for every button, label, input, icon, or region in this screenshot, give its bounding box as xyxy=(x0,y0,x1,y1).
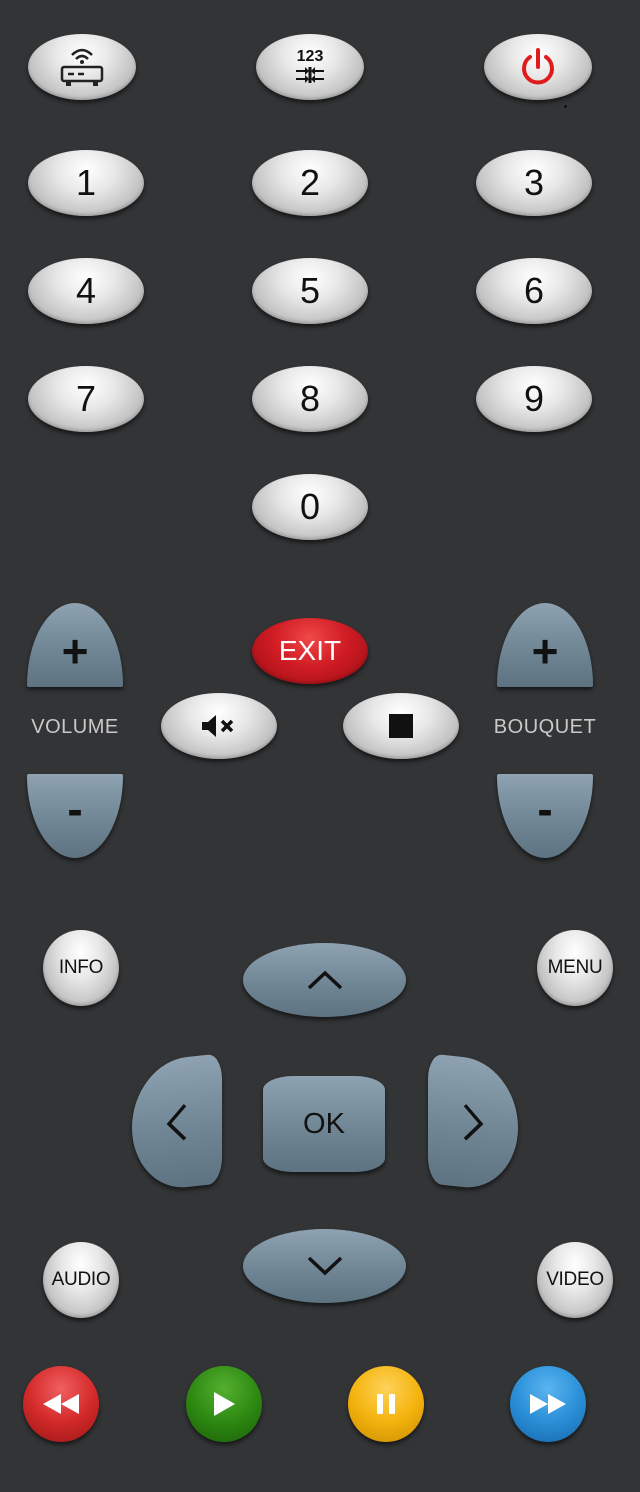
swap-arrows-icon xyxy=(293,65,327,85)
digit-6-button[interactable]: 6 xyxy=(476,258,592,324)
digit-4-button[interactable]: 4 xyxy=(28,258,144,324)
bouquet-up-button[interactable]: + xyxy=(497,603,593,687)
digit-7-button[interactable]: 7 xyxy=(28,366,144,432)
digit-9-button[interactable]: 9 xyxy=(476,366,592,432)
nav-left-button[interactable] xyxy=(132,1053,222,1193)
fast-forward-button[interactable] xyxy=(510,1366,586,1442)
ok-label: OK xyxy=(303,1107,345,1140)
ok-button[interactable]: OK xyxy=(263,1076,385,1172)
pause-icon xyxy=(374,1392,398,1416)
exit-button[interactable]: EXIT xyxy=(252,618,368,684)
receiver-button[interactable] xyxy=(28,34,136,100)
mute-icon xyxy=(200,713,238,739)
menu-button[interactable]: MENU xyxy=(537,930,613,1006)
volume-plus-label: + xyxy=(61,625,89,677)
rewind-button[interactable] xyxy=(23,1366,99,1442)
nav-right-button[interactable] xyxy=(428,1053,518,1193)
play-icon xyxy=(211,1390,237,1418)
digit-8-button[interactable]: 8 xyxy=(252,366,368,432)
info-button[interactable]: INFO xyxy=(43,930,119,1006)
nav-down-button[interactable] xyxy=(243,1229,406,1303)
fast-forward-icon xyxy=(528,1392,568,1416)
bouquet-down-button[interactable]: - xyxy=(497,774,593,858)
power-button[interactable] xyxy=(484,34,592,100)
chevron-down-icon xyxy=(306,1255,344,1277)
mute-button[interactable] xyxy=(161,693,277,759)
volume-minus-label: - xyxy=(67,783,83,835)
digit-1-button[interactable]: 1 xyxy=(28,150,144,216)
numpad-toggle-button[interactable]: 123 xyxy=(256,34,364,100)
volume-label: VOLUME xyxy=(31,716,119,738)
play-button[interactable] xyxy=(186,1366,262,1442)
stop-button[interactable] xyxy=(343,693,459,759)
audio-button[interactable]: AUDIO xyxy=(43,1242,119,1318)
bouquet-plus-label: + xyxy=(531,625,559,677)
power-icon xyxy=(518,47,558,87)
numpad-toggle-label: 123 xyxy=(296,48,324,65)
volume-up-button[interactable]: + xyxy=(27,603,123,687)
digit-0-button[interactable]: 0 xyxy=(252,474,368,540)
pause-button[interactable] xyxy=(348,1366,424,1442)
wifi-router-icon xyxy=(58,45,106,89)
rewind-icon xyxy=(41,1392,81,1416)
nav-up-button[interactable] xyxy=(243,943,406,1017)
video-button[interactable]: VIDEO xyxy=(537,1242,613,1318)
chevron-left-icon xyxy=(165,1102,189,1145)
digit-2-button[interactable]: 2 xyxy=(252,150,368,216)
stop-icon xyxy=(388,713,414,739)
power-indicator-dot xyxy=(564,105,567,108)
chevron-up-icon xyxy=(306,969,344,991)
digit-5-button[interactable]: 5 xyxy=(252,258,368,324)
bouquet-minus-label: - xyxy=(537,783,553,835)
bouquet-label: BOUQUET xyxy=(493,716,597,738)
volume-down-button[interactable]: - xyxy=(27,774,123,858)
chevron-right-icon xyxy=(461,1102,485,1145)
digit-3-button[interactable]: 3 xyxy=(476,150,592,216)
